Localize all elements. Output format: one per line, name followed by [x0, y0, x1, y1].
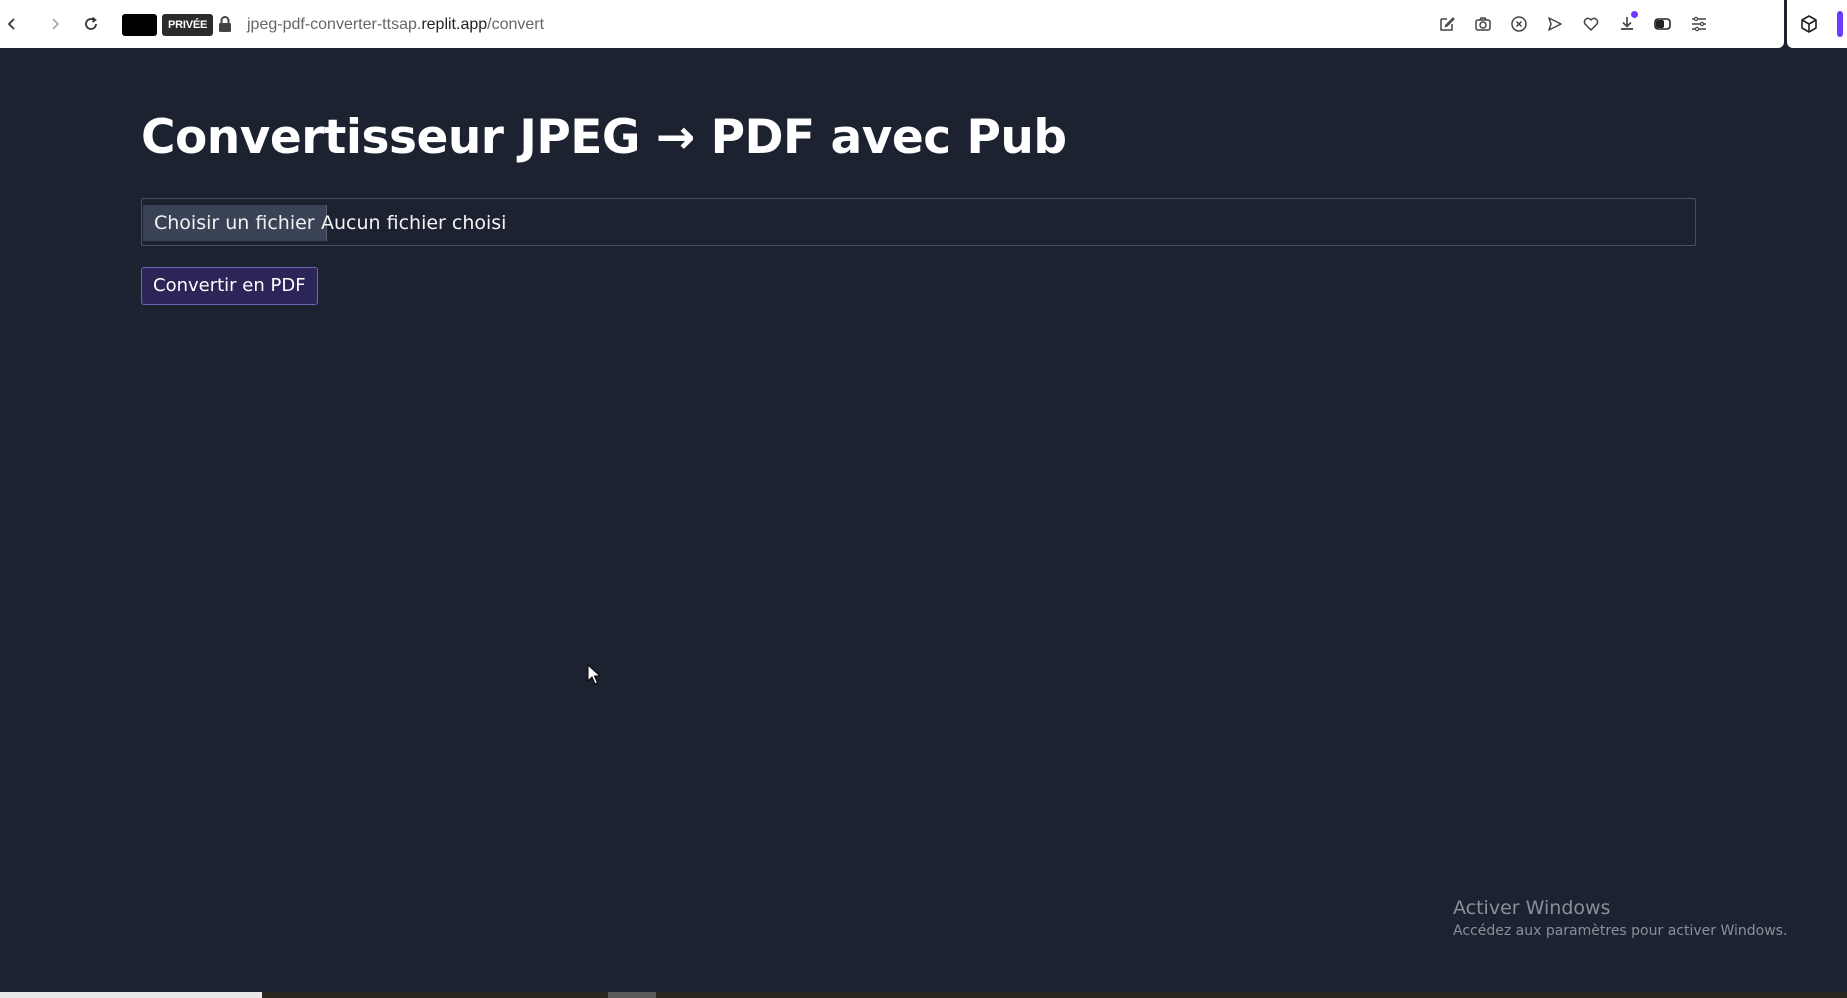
battery-saver-button[interactable] [1652, 13, 1674, 35]
sidebar-accent[interactable] [1837, 11, 1843, 37]
file-input[interactable]: Choisir un fichier Aucun fichier choisi [141, 198, 1696, 246]
browser-toolbar: PRIVÉE jpeg-pdf-converter-ttsap.replit.a… [0, 0, 1847, 50]
send-icon [1548, 17, 1562, 31]
chevron-left-icon [7, 18, 15, 30]
choose-file-button[interactable]: Choisir un fichier [143, 205, 327, 241]
camera-icon [1475, 17, 1491, 31]
easy-setup-button[interactable] [1688, 13, 1710, 35]
downloads-button[interactable] [1616, 11, 1638, 35]
favorites-button[interactable] [1580, 13, 1602, 35]
address-url[interactable]: jpeg-pdf-converter-ttsap.replit.app/conv… [247, 14, 544, 36]
scrollbar-thumb[interactable] [608, 992, 656, 998]
page-title: Convertisseur JPEG → PDF avec Pub [141, 110, 1067, 165]
toolbar-icons [1436, 11, 1710, 35]
adblock-button[interactable] [1508, 13, 1530, 35]
file-status-label: Aucun fichier choisi [321, 212, 507, 234]
lock-icon[interactable] [218, 15, 232, 33]
chevron-right-icon [52, 18, 60, 30]
reload-icon [85, 16, 97, 30]
horizontal-scrollbar[interactable] [0, 992, 1847, 998]
edit-button[interactable] [1436, 13, 1458, 35]
flow-button[interactable] [1544, 13, 1566, 35]
forward-button[interactable] [43, 12, 67, 36]
heart-icon [1583, 17, 1599, 31]
cube-icon[interactable] [1799, 14, 1819, 34]
battery-icon [1654, 18, 1671, 30]
url-path: /convert [487, 16, 545, 33]
menu-icon [1692, 16, 1706, 32]
private-window-indicator [122, 14, 157, 36]
private-badge: PRIVÉE [162, 14, 214, 36]
sidebar-toggle-area [1787, 0, 1847, 48]
mouse-cursor-icon [587, 664, 601, 685]
windows-activation-subtitle: Accédez aux paramètres pour activer Wind… [1453, 923, 1788, 939]
reload-button[interactable] [79, 12, 103, 36]
notification-dot [1631, 11, 1638, 18]
windows-activation-title: Activer Windows [1453, 897, 1611, 919]
taskbar-strip [0, 992, 262, 998]
convert-to-pdf-button[interactable]: Convertir en PDF [141, 267, 318, 305]
url-prefix: jpeg-pdf-converter-ttsap. [247, 16, 422, 33]
screenshot-button[interactable] [1472, 13, 1494, 35]
edit-icon [1440, 17, 1455, 31]
address-bar-container: PRIVÉE jpeg-pdf-converter-ttsap.replit.a… [0, 0, 1784, 48]
back-button[interactable] [0, 12, 24, 36]
close-circle-icon [1511, 16, 1527, 32]
url-domain: replit.app [421, 16, 488, 33]
